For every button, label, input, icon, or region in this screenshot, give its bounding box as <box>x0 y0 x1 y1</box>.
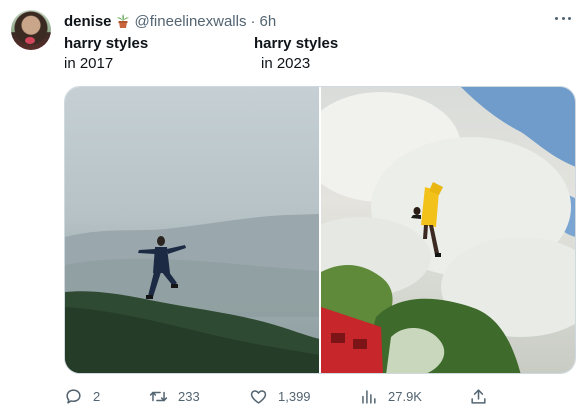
caption-right-sub: in 2023 <box>261 55 311 72</box>
caption-left-title: harry styles <box>64 35 149 52</box>
retweet-icon <box>149 387 168 406</box>
heart-icon <box>249 387 268 406</box>
author-name[interactable]: denise <box>64 13 112 30</box>
potted-plant-icon <box>115 13 131 29</box>
tweet-time[interactable]: 6h <box>259 13 276 30</box>
tweet-header: denise @fineelinexwalls · 6h <box>64 12 276 30</box>
like-button[interactable]: 1,399 <box>249 386 311 406</box>
views-count: 27.9K <box>388 388 422 404</box>
share-icon <box>469 387 488 406</box>
caption-left-sub: in 2017 <box>64 55 114 72</box>
caption-right-title: harry styles <box>254 35 339 52</box>
author-handle[interactable]: @fineelinexwalls <box>135 13 247 30</box>
photo-2023[interactable] <box>321 87 575 373</box>
more-icon[interactable] <box>552 10 574 26</box>
separator-dot: · <box>250 12 256 30</box>
author-avatar[interactable] <box>11 10 51 50</box>
retweet-button[interactable]: 233 <box>149 386 200 406</box>
action-bar: 2 233 1,399 27.9K <box>60 386 580 406</box>
reply-count: 2 <box>93 388 101 404</box>
photo-2017[interactable] <box>65 87 319 373</box>
retweet-count: 233 <box>178 388 200 404</box>
reply-icon <box>64 387 83 406</box>
reply-button[interactable]: 2 <box>64 386 100 406</box>
like-count: 1,399 <box>278 388 311 404</box>
views-button[interactable]: 27.9K <box>359 386 422 406</box>
share-button[interactable] <box>469 386 488 406</box>
tweet-media <box>64 86 576 374</box>
views-chart-icon <box>359 387 378 406</box>
